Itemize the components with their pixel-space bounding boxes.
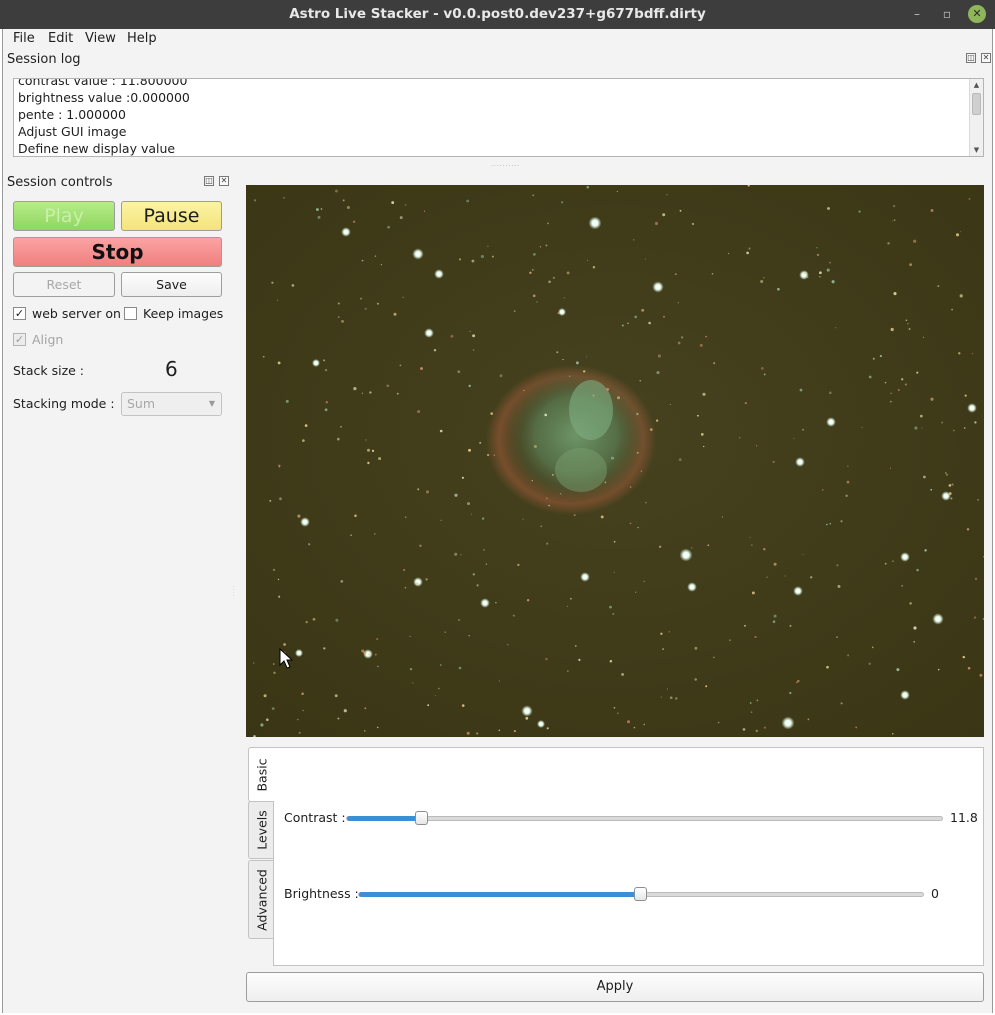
web-server-label: web server on (32, 306, 121, 321)
menu-help[interactable]: Help (123, 30, 161, 48)
log-scrollbar[interactable]: ▲ ▼ (969, 79, 983, 156)
brightness-slider-handle[interactable] (634, 887, 647, 901)
nebula-image (246, 185, 984, 737)
brightness-slider-fill (359, 892, 641, 897)
side-splitter-handle[interactable]: · · · · (233, 585, 236, 600)
dock-float-icon[interactable]: ◫ (966, 53, 976, 63)
contrast-slider[interactable] (346, 811, 943, 825)
brightness-label: Brightness : (284, 886, 359, 901)
scroll-thumb[interactable] (972, 93, 981, 115)
tab-advanced[interactable]: Advanced (248, 860, 274, 939)
session-controls-title: Session controls (7, 175, 113, 190)
dock-close-icon[interactable]: ✕ (980, 53, 991, 63)
menu-view[interactable]: View (81, 30, 120, 48)
dock-float-icon[interactable]: ◫ (204, 176, 214, 186)
stacking-mode-select[interactable]: Sum ▼ (121, 392, 222, 416)
save-button[interactable]: Save (121, 272, 222, 297)
stack-size-value: 6 (165, 357, 178, 381)
main-window: File Edit View Help Session log ◫ ✕ cont… (2, 29, 993, 1013)
web-server-checkbox[interactable]: ✓ (13, 307, 26, 320)
tab-levels[interactable]: Levels (248, 801, 274, 859)
play-button[interactable]: Play (13, 201, 115, 231)
tab-basic-label: Basic (254, 757, 269, 792)
window-title: Astro Live Stacker - v0.0.post0.dev237+g… (289, 6, 706, 22)
log-line: pente : 1.000000 (18, 107, 126, 122)
window-titlebar[interactable]: Astro Live Stacker - v0.0.post0.dev237+g… (0, 0, 995, 29)
tab-levels-label: Levels (254, 810, 269, 850)
tab-advanced-label: Advanced (254, 868, 269, 931)
close-icon[interactable]: ✕ (968, 5, 986, 23)
contrast-slider-fill (347, 816, 422, 821)
brightness-slider[interactable] (358, 887, 924, 901)
tab-basic[interactable]: Basic (248, 747, 274, 802)
stacked-image-preview[interactable] (246, 185, 984, 737)
log-line: Adjust GUI image (18, 124, 127, 139)
session-log-text[interactable]: contrast value : 11.800000 brightness va… (13, 78, 984, 157)
align-label: Align (32, 332, 64, 347)
menu-file[interactable]: File (9, 30, 39, 48)
keep-images-checkbox[interactable] (124, 307, 137, 320)
reset-button[interactable]: Reset (13, 272, 115, 297)
pause-button[interactable]: Pause (121, 201, 222, 231)
stacking-mode-label: Stacking mode : (13, 396, 115, 411)
keep-images-label: Keep images (143, 306, 224, 321)
dock-splitter-handle[interactable]: ·········· (491, 164, 519, 170)
mouse-cursor-icon (279, 648, 294, 669)
session-log-title: Session log (7, 52, 81, 67)
stack-size-label: Stack size : (13, 363, 85, 378)
brightness-value: 0 (931, 886, 939, 901)
contrast-slider-handle[interactable] (415, 811, 428, 825)
log-line: contrast value : 11.800000 (18, 78, 188, 88)
scroll-down-icon[interactable]: ▼ (970, 144, 983, 156)
session-log-dock-buttons: ◫ ✕ (963, 53, 991, 68)
adjustment-panel: Basic Levels Advanced Contrast : 11.8 Br… (246, 747, 984, 966)
stacking-mode-value: Sum (127, 396, 156, 411)
align-checkbox[interactable]: ✓ (13, 333, 26, 346)
tab-basic-content: Contrast : 11.8 Brightness : 0 (273, 747, 984, 966)
contrast-label: Contrast : (284, 810, 346, 825)
stop-button[interactable]: Stop (13, 237, 222, 267)
chevron-down-icon: ▼ (208, 399, 215, 408)
minimize-icon[interactable]: – (908, 5, 926, 23)
session-controls-dock-buttons: ◫ ✕ (201, 176, 229, 191)
menu-edit[interactable]: Edit (44, 30, 77, 48)
log-line: Define new display value (18, 141, 176, 156)
dock-close-icon[interactable]: ✕ (218, 176, 229, 186)
contrast-value: 11.8 (950, 810, 978, 825)
log-lines: contrast value : 11.800000 brightness va… (18, 78, 967, 156)
apply-button[interactable]: Apply (246, 972, 984, 1002)
scroll-up-icon[interactable]: ▲ (970, 79, 983, 91)
log-line: brightness value :0.000000 (18, 90, 190, 105)
maximize-icon[interactable]: ▫ (938, 5, 956, 23)
menubar: File Edit View Help (3, 29, 992, 49)
